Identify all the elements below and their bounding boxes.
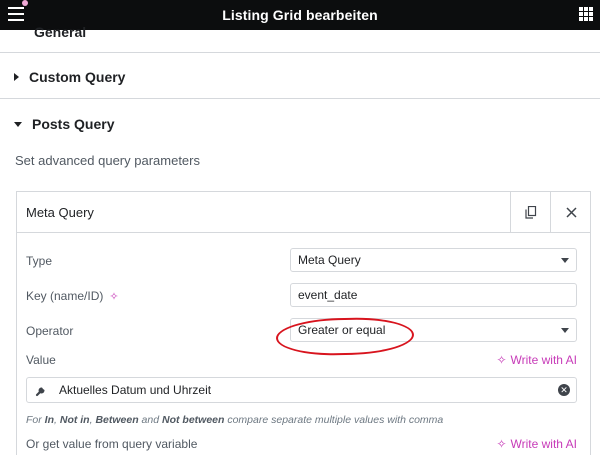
type-label: Type xyxy=(26,254,53,268)
ai-sparkle-icon: ✧ xyxy=(496,437,507,451)
duplicate-icon xyxy=(525,205,537,219)
divider xyxy=(0,98,600,99)
chevron-down-icon xyxy=(561,258,569,263)
key-input-value: event_date xyxy=(298,288,358,302)
clear-dynamic-icon[interactable]: ✕ xyxy=(558,384,570,396)
write-with-ai-button[interactable]: ✧ Write with AI xyxy=(496,353,577,367)
write-with-ai-button-2[interactable]: ✧ Write with AI xyxy=(496,437,577,451)
duplicate-button[interactable] xyxy=(510,192,551,232)
section-posts-query-label: Posts Query xyxy=(32,116,115,132)
section-custom-query-label: Custom Query xyxy=(29,69,126,85)
hamburger-menu-icon[interactable] xyxy=(8,7,24,21)
meta-query-panel-header[interactable]: Meta Query xyxy=(17,192,590,233)
query-variable-label: Or get value from query variable xyxy=(26,437,198,451)
remove-item-button[interactable] xyxy=(550,192,591,232)
key-label-text: Key (name/ID) xyxy=(26,289,104,303)
value-hint: For In, Not in, Between and Not between … xyxy=(26,414,444,426)
close-icon xyxy=(565,206,577,218)
dynamic-value-text: Aktuelles Datum und Uhrzeit xyxy=(59,383,212,397)
section-general-peek[interactable]: General xyxy=(34,24,86,40)
write-with-ai-label: Write with AI xyxy=(510,353,577,367)
dynamic-value-field[interactable]: Aktuelles Datum und Uhrzeit ✕ xyxy=(26,377,577,403)
type-select[interactable]: Meta Query xyxy=(290,248,577,272)
meta-query-panel-title: Meta Query xyxy=(26,205,94,220)
wrench-icon xyxy=(35,387,45,397)
divider xyxy=(0,52,600,53)
apps-grid-icon[interactable] xyxy=(579,7,593,21)
caret-right-icon xyxy=(14,73,19,81)
caret-down-icon xyxy=(14,121,22,127)
page-title: Listing Grid bearbeiten xyxy=(222,7,378,23)
notification-dot xyxy=(22,0,28,6)
posts-query-description: Set advanced query parameters xyxy=(15,153,200,168)
chevron-down-icon xyxy=(561,328,569,333)
ai-sparkle-icon[interactable]: ✧ xyxy=(109,290,118,303)
value-label: Value xyxy=(26,353,56,367)
write-with-ai-label-2: Write with AI xyxy=(510,437,577,451)
type-select-value: Meta Query xyxy=(298,253,361,267)
editor-top-bar: Listing Grid bearbeiten xyxy=(0,0,600,30)
section-custom-query[interactable]: Custom Query xyxy=(14,69,125,85)
key-input[interactable]: event_date xyxy=(290,283,577,307)
operator-label: Operator xyxy=(26,324,74,338)
section-posts-query[interactable]: Posts Query xyxy=(14,116,114,132)
ai-sparkle-icon: ✧ xyxy=(496,353,507,367)
key-label: Key (name/ID) ✧ xyxy=(26,289,119,303)
